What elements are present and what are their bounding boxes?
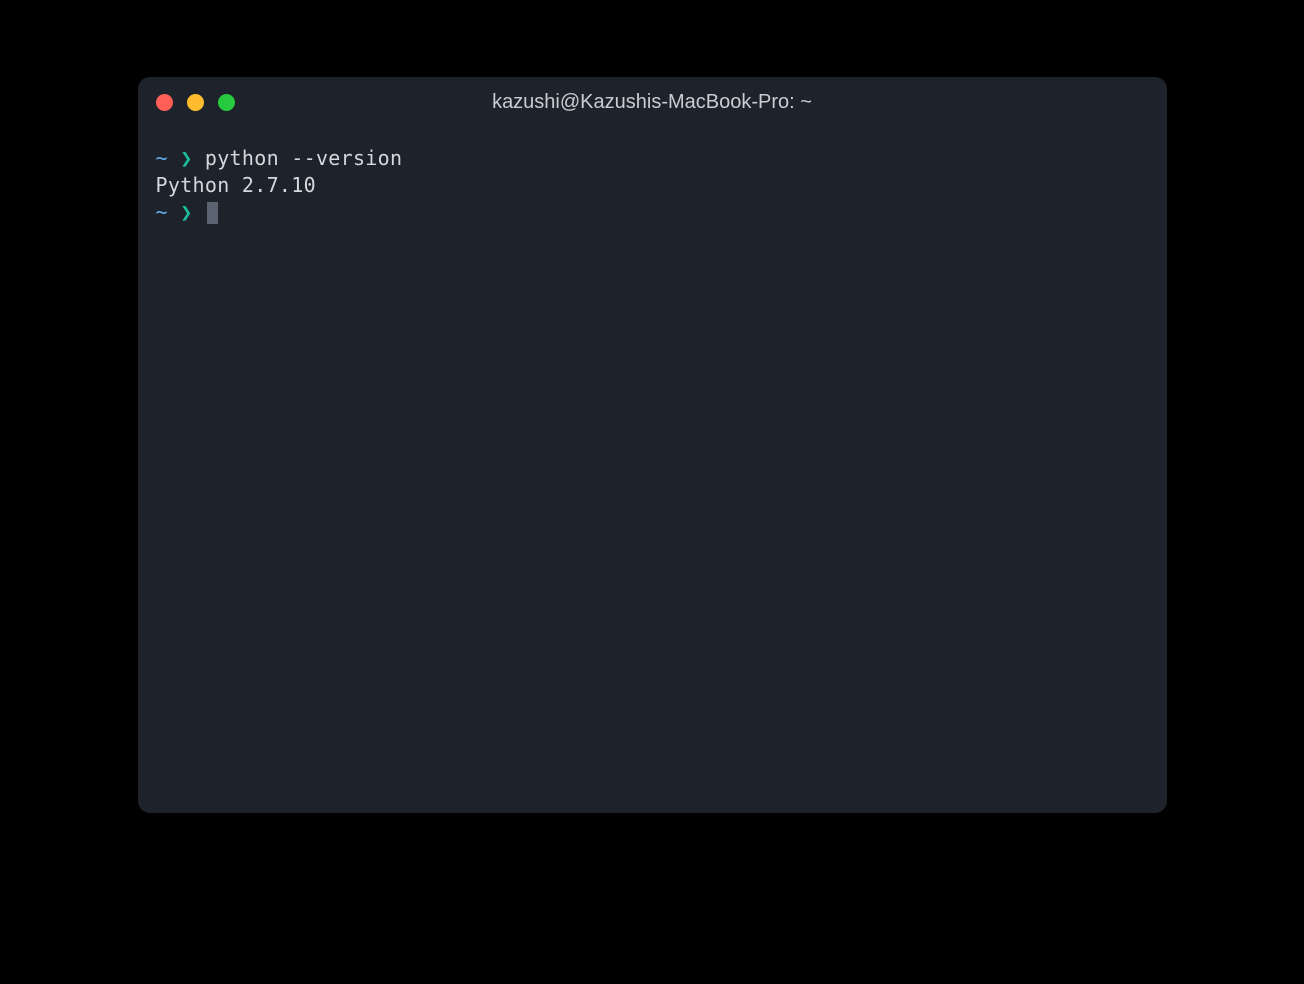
minimize-button[interactable]	[187, 94, 204, 111]
prompt-arrow-icon: ❯	[180, 200, 192, 224]
zoom-button[interactable]	[218, 94, 235, 111]
prompt-line: ~ ❯	[156, 199, 1149, 226]
window-title: kazushi@Kazushis-MacBook-Pro: ~	[492, 91, 812, 114]
prompt-arrow-icon: ❯	[180, 146, 192, 170]
terminal-body[interactable]: ~ ❯ python --version Python 2.7.10 ~ ❯	[138, 127, 1167, 813]
command-line: ~ ❯ python --version	[156, 145, 1149, 172]
cursor-icon	[207, 202, 218, 224]
traffic-lights	[156, 94, 235, 111]
terminal-window: kazushi@Kazushis-MacBook-Pro: ~ ~ ❯ pyth…	[138, 77, 1167, 813]
command-text: python --version	[205, 146, 402, 170]
prompt-path: ~	[156, 146, 168, 170]
title-bar: kazushi@Kazushis-MacBook-Pro: ~	[138, 77, 1167, 127]
close-button[interactable]	[156, 94, 173, 111]
output-text: Python 2.7.10	[156, 173, 316, 197]
prompt-path: ~	[156, 200, 168, 224]
output-line: Python 2.7.10	[156, 172, 1149, 199]
